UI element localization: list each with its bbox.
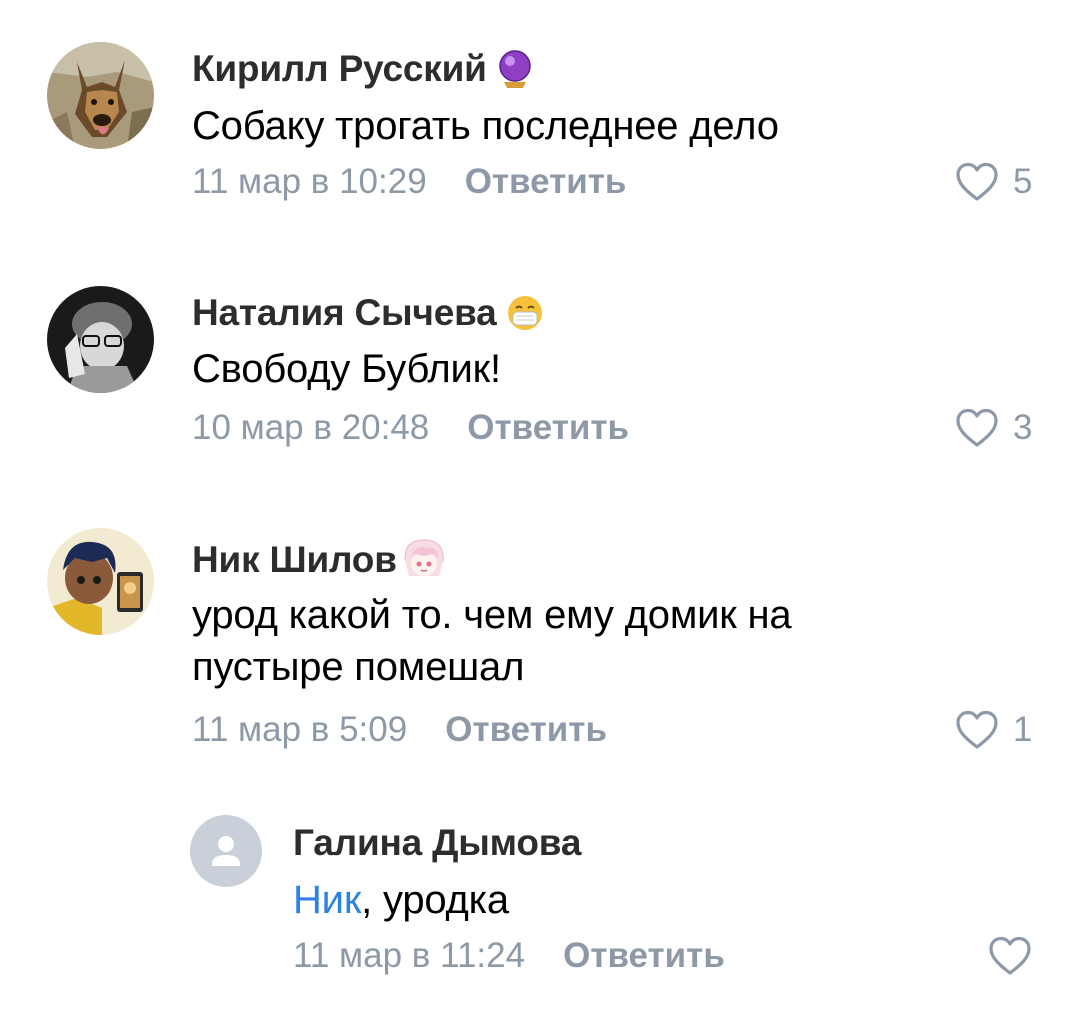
comment-meta: 10 мар в 20:48 Ответить	[192, 408, 629, 448]
comment-date[interactable]: 10 мар в 20:48	[192, 408, 429, 448]
heart-icon	[989, 936, 1031, 975]
avatar[interactable]	[47, 528, 154, 635]
like-count: 1	[1013, 710, 1033, 749]
like-count: 3	[1013, 408, 1033, 447]
like-count: 5	[1013, 162, 1033, 201]
comment-text: Собаку трогать последнее дело	[192, 104, 779, 148]
comment-item: Ник Шилов урод какой то. чем ему домик н…	[0, 490, 1080, 790]
heart-icon	[956, 162, 998, 201]
reply-text: , уродка	[361, 878, 509, 922]
like-button[interactable]: 3	[955, 408, 1032, 448]
mask-face-icon	[505, 293, 545, 333]
comment-text: Ник, уродка	[293, 874, 993, 926]
crystal-ball-icon	[495, 49, 535, 89]
comment-author[interactable]: Ник Шилов	[192, 536, 449, 584]
comment-item: Наталия Сычева Свободу Бублик! 10 мар в …	[0, 240, 1080, 490]
author-name[interactable]: Кирилл Русский	[192, 48, 487, 90]
comment-author[interactable]: Кирилл Русский	[192, 48, 535, 90]
comment-text: урод какой то. чем ему домик на пустыре …	[192, 593, 792, 689]
user-placeholder-icon	[212, 836, 240, 866]
avatar[interactable]	[47, 286, 154, 393]
comment-author[interactable]: Наталия Сычева	[192, 292, 545, 334]
reply-button[interactable]: Ответить	[465, 162, 627, 202]
avatar[interactable]	[190, 815, 262, 887]
reply-item: Галина Дымова Ник, уродка 11 мар в 11:24…	[0, 790, 1080, 1020]
avatar[interactable]	[47, 42, 154, 149]
reply-button[interactable]: Ответить	[563, 936, 725, 976]
like-button[interactable]	[988, 936, 1032, 976]
anime-girl-sticker-icon	[399, 536, 449, 584]
heart-icon	[956, 710, 998, 749]
comment-date[interactable]: 11 мар в 5:09	[192, 710, 407, 750]
reply-button[interactable]: Ответить	[445, 710, 607, 750]
author-name[interactable]: Ник Шилов	[192, 539, 397, 581]
author-name[interactable]: Галина Дымова	[293, 822, 581, 864]
author-name[interactable]: Наталия Сычева	[192, 292, 497, 334]
comment-item: Кирилл Русский Собаку трогать последнее …	[0, 0, 1080, 240]
like-button[interactable]: 1	[955, 710, 1032, 750]
mention-link[interactable]: Ник	[293, 878, 361, 922]
reply-button[interactable]: Ответить	[467, 408, 629, 448]
comment-meta: 11 мар в 5:09 Ответить	[192, 710, 607, 750]
like-button[interactable]: 5	[955, 162, 1032, 202]
comment-date[interactable]: 11 мар в 10:29	[192, 162, 427, 202]
comment-meta: 11 мар в 11:24 Ответить	[293, 936, 725, 976]
comment-text: Свободу Бублик!	[192, 347, 501, 391]
comment-author[interactable]: Галина Дымова	[293, 822, 581, 864]
heart-icon	[956, 408, 998, 447]
comment-date[interactable]: 11 мар в 11:24	[293, 936, 525, 976]
comment-meta: 11 мар в 10:29 Ответить	[192, 162, 626, 202]
